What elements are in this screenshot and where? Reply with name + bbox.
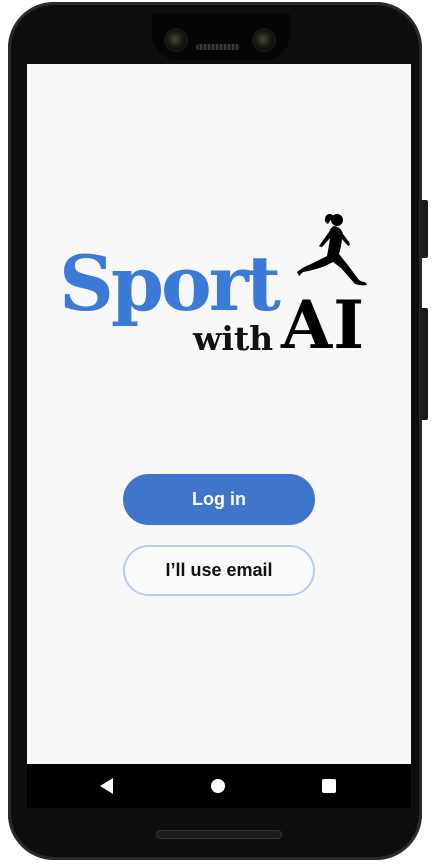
power-button [420,200,428,258]
use-email-button[interactable]: I’ll use email [123,545,315,596]
front-camera-icon [166,30,186,50]
home-circle-icon[interactable] [211,779,225,793]
system-navigation-bar [27,764,411,808]
runner-silhouette-icon [297,214,367,286]
front-sensor-icon [254,30,274,50]
app-logo: Sport with AI [59,212,385,362]
logo-word-sport: Sport [59,239,281,328]
recents-square-icon[interactable] [322,779,336,793]
app-screen: Sport with AI Log in I’ll use email [27,64,411,764]
login-button[interactable]: Log in [123,474,315,525]
logo-word-ai: AI [281,286,366,364]
back-triangle-icon[interactable] [100,778,113,794]
bottom-speaker [156,830,282,839]
volume-button [420,308,428,420]
logo-word-with: with [193,319,274,358]
earpiece-speaker [196,44,240,50]
